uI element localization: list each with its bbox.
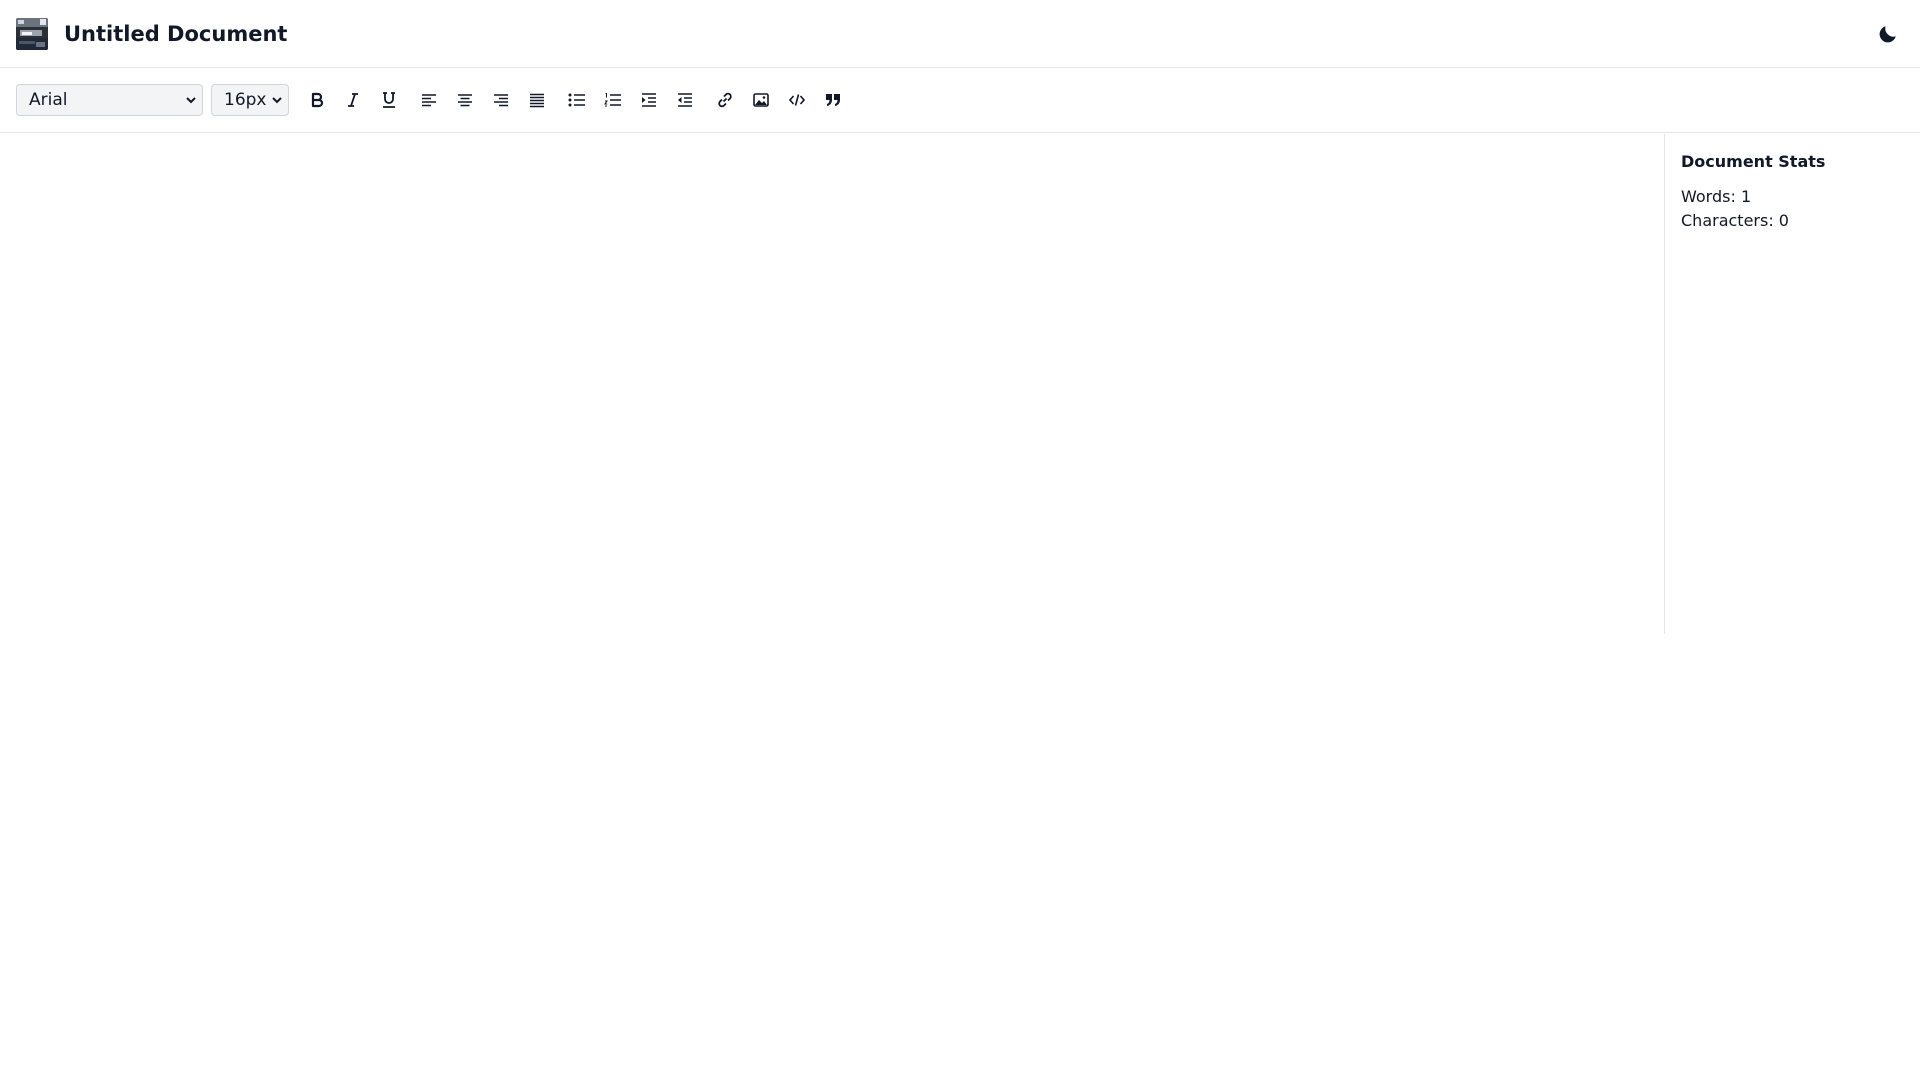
outdent-button[interactable]: [671, 86, 699, 114]
align-justify-button[interactable]: [523, 86, 551, 114]
code-button[interactable]: [783, 86, 811, 114]
align-center-icon: [457, 92, 473, 108]
underline-icon: [381, 92, 397, 108]
indent-icon: [641, 92, 657, 108]
align-left-button[interactable]: [415, 86, 443, 114]
list-group: [563, 86, 699, 114]
bold-button[interactable]: [303, 86, 331, 114]
document-title[interactable]: Untitled Document: [64, 22, 287, 46]
stats-title: Document Stats: [1681, 152, 1826, 171]
align-center-button[interactable]: [451, 86, 479, 114]
indent-button[interactable]: [635, 86, 663, 114]
document-thumbnail-icon[interactable]: [16, 17, 48, 50]
bullet-list-button[interactable]: [563, 86, 591, 114]
outdent-icon: [677, 92, 693, 108]
align-left-icon: [421, 92, 437, 108]
font-family-select[interactable]: Arial: [16, 84, 203, 116]
formatting-toolbar: Arial 16px: [0, 68, 1920, 133]
align-justify-icon: [529, 92, 545, 108]
link-icon: [717, 92, 733, 108]
link-button[interactable]: [711, 86, 739, 114]
align-right-icon: [493, 92, 509, 108]
word-count: Words: 1: [1681, 187, 1752, 206]
italic-button[interactable]: [339, 86, 367, 114]
underline-button[interactable]: [375, 86, 403, 114]
bold-icon: [309, 92, 325, 108]
text-style-group: [303, 86, 403, 114]
alignment-group: [415, 86, 551, 114]
code-icon: [789, 93, 805, 107]
quote-icon: [825, 93, 841, 107]
chevron-down-icon: [184, 93, 198, 107]
header: Untitled Document: [0, 0, 1920, 68]
font-family-value: Arial: [29, 90, 68, 110]
character-count: Characters: 0: [1681, 211, 1789, 230]
font-size-value: 16px: [224, 90, 267, 110]
align-right-button[interactable]: [487, 86, 515, 114]
editor-app: Untitled Document Arial 16px Document St…: [0, 0, 1920, 1080]
insert-group: [711, 86, 847, 114]
editor-content-area[interactable]: [0, 134, 1664, 634]
document-stats-panel: Document Stats Words: 1 Characters: 0: [1664, 134, 1920, 634]
numbered-list-button[interactable]: [599, 86, 627, 114]
font-size-select[interactable]: 16px: [211, 84, 289, 116]
list-ul-icon: [568, 92, 586, 108]
italic-icon: [345, 92, 361, 108]
chevron-down-icon: [270, 93, 284, 107]
list-ol-icon: [604, 92, 622, 108]
image-icon: [753, 93, 769, 107]
moon-icon[interactable]: [1874, 20, 1902, 48]
quote-button[interactable]: [819, 86, 847, 114]
image-button[interactable]: [747, 86, 775, 114]
